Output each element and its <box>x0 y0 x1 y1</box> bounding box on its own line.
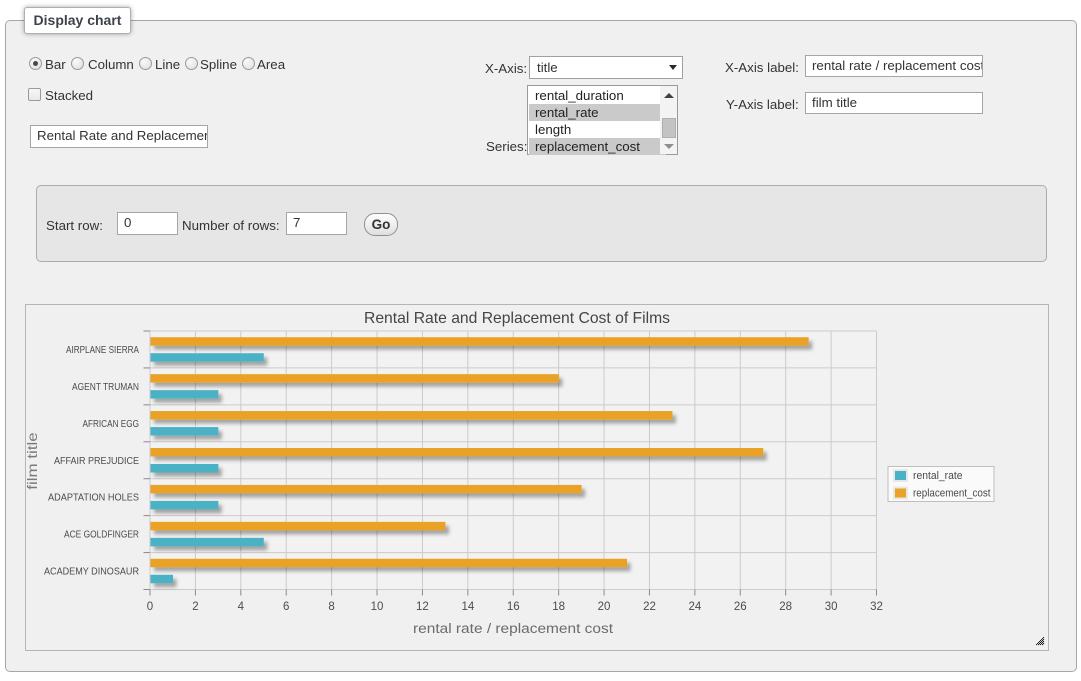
svg-text:12: 12 <box>416 601 429 613</box>
svg-text:replacement_cost: replacement_cost <box>913 488 991 500</box>
svg-text:32: 32 <box>870 601 883 613</box>
svg-text:28: 28 <box>779 601 792 613</box>
svg-text:AGENT TRUMAN: AGENT TRUMAN <box>72 382 139 393</box>
svg-text:6: 6 <box>283 601 289 613</box>
svg-text:2: 2 <box>192 601 198 613</box>
svg-text:24: 24 <box>688 601 701 613</box>
svg-text:30: 30 <box>825 601 838 613</box>
svg-text:0: 0 <box>147 601 153 613</box>
svg-text:22: 22 <box>643 601 656 613</box>
svg-text:ADAPTATION HOLES: ADAPTATION HOLES <box>48 493 139 504</box>
svg-text:10: 10 <box>371 601 384 613</box>
svg-text:16: 16 <box>507 601 520 613</box>
svg-text:ACE GOLDFINGER: ACE GOLDFINGER <box>64 530 139 541</box>
svg-text:14: 14 <box>461 601 474 613</box>
svg-text:film title: film title <box>25 432 40 490</box>
svg-text:Rental Rate and Replacement Co: Rental Rate and Replacement Cost of Film… <box>364 310 670 327</box>
svg-text:rental_rate: rental_rate <box>913 470 963 482</box>
svg-text:rental rate / replacement cost: rental rate / replacement cost <box>413 621 613 636</box>
svg-text:ACADEMY DINOSAUR: ACADEMY DINOSAUR <box>44 567 139 578</box>
svg-text:4: 4 <box>238 601 245 613</box>
svg-text:20: 20 <box>598 601 611 613</box>
svg-text:18: 18 <box>552 601 565 613</box>
svg-text:AFRICAN EGG: AFRICAN EGG <box>83 419 140 430</box>
svg-text:AFFAIR PREJUDICE: AFFAIR PREJUDICE <box>54 456 139 467</box>
svg-text:26: 26 <box>734 601 747 613</box>
svg-text:8: 8 <box>328 601 334 613</box>
svg-text:AIRPLANE SIERRA: AIRPLANE SIERRA <box>66 345 139 356</box>
